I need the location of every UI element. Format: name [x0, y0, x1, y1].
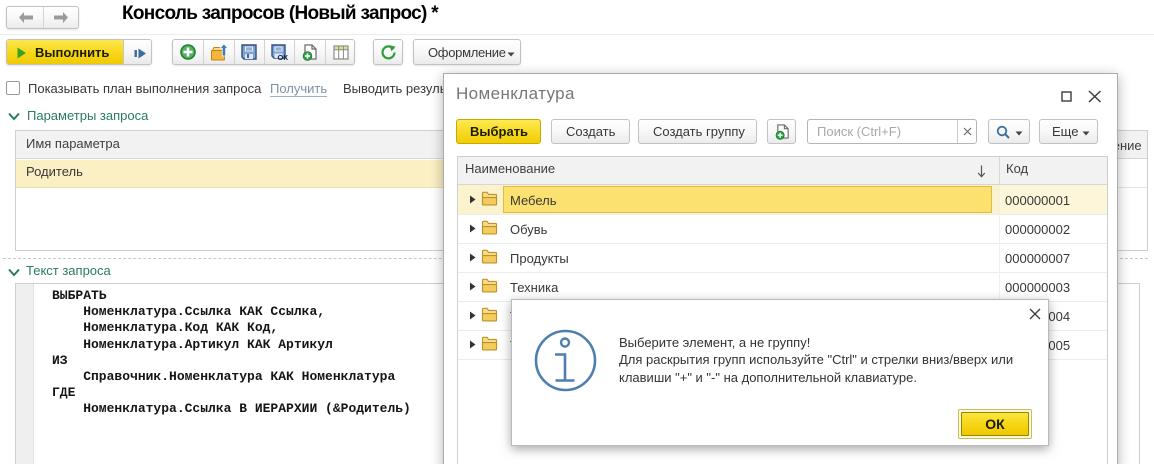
svg-text:ОК: ОК [278, 53, 289, 61]
